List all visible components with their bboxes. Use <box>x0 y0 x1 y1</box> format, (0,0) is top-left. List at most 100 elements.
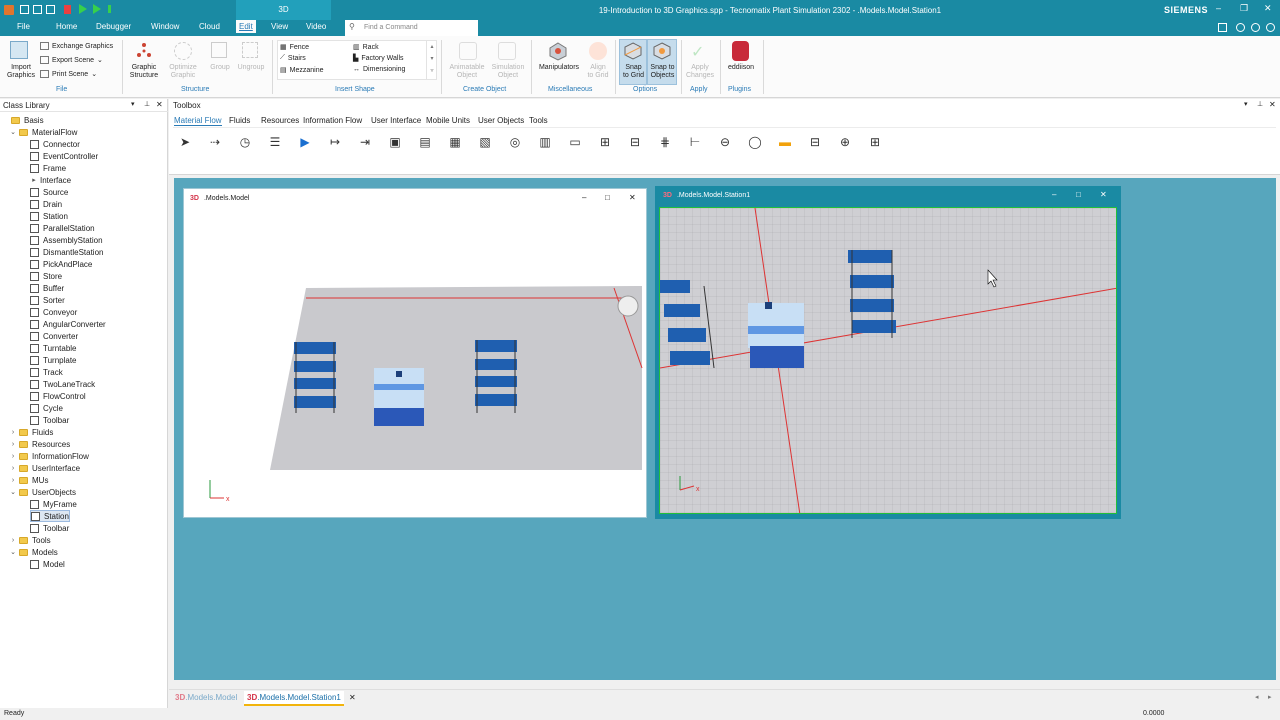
tree-item[interactable]: › Tools <box>9 534 51 546</box>
tree-item[interactable]: Station <box>30 210 68 222</box>
new-icon[interactable] <box>20 5 29 14</box>
export-icon[interactable] <box>46 5 55 14</box>
eddiison-button[interactable]: eddiison <box>722 64 760 72</box>
play-icon[interactable] <box>79 4 87 14</box>
panel-close-icon[interactable]: ✕ <box>156 100 163 109</box>
pointer-icon[interactable]: ➤ <box>174 133 196 151</box>
tree-item[interactable]: FlowControl <box>30 390 86 402</box>
station-3d-viewport[interactable]: x <box>659 207 1117 514</box>
fence-button[interactable]: ▦ Fence <box>280 43 309 52</box>
tree-item[interactable]: ParallelStation <box>30 222 95 234</box>
model-3d-viewport[interactable]: x <box>184 208 646 517</box>
export-scene-button[interactable]: Export Scene ⌄ <box>40 56 103 64</box>
pick-and-place-icon[interactable]: ◎ <box>504 133 526 151</box>
tree-item[interactable]: Track <box>30 366 63 378</box>
maximize-icon[interactable]: □ <box>605 193 610 202</box>
tree-item[interactable]: MyFrame <box>30 498 77 510</box>
manipulators-button[interactable]: Manipulators <box>534 64 584 72</box>
rack-button[interactable]: ▥ Rack <box>353 43 379 52</box>
two-lane-track-icon[interactable]: ⊟ <box>804 133 826 151</box>
tree-item[interactable]: AngularConverter <box>30 318 106 330</box>
tree-item[interactable]: › UserInterface <box>9 462 80 474</box>
dimensioning-button[interactable]: ↔ Dimensioning <box>353 66 405 73</box>
menu-window[interactable]: Window <box>151 22 179 31</box>
minimize-icon[interactable]: – <box>582 193 586 202</box>
tab-resources[interactable]: Resources <box>261 116 299 125</box>
import-graphics-button[interactable]: Import Graphics <box>4 64 38 80</box>
store-icon[interactable]: ▥ <box>534 133 556 151</box>
pin-icon[interactable]: ⊥ <box>1257 100 1263 108</box>
tree-item[interactable]: ⌄ Models <box>9 546 58 558</box>
tree-item[interactable]: › MUs <box>9 474 49 486</box>
menu-debugger[interactable]: Debugger <box>96 22 131 31</box>
station-window[interactable]: 3D .Models.Model.Station1 – □ ✕ x <box>655 186 1121 519</box>
tree-item[interactable]: AssemblyStation <box>30 234 103 246</box>
tree-item[interactable]: Drain <box>30 198 62 210</box>
menu-edit[interactable]: Edit <box>236 20 256 33</box>
flow-control-icon[interactable]: ⊕ <box>834 133 856 151</box>
tab-information-flow[interactable]: Information Flow <box>303 116 362 125</box>
optimize-graphic-button[interactable]: Optimize Graphic <box>166 64 200 80</box>
command-search[interactable]: ⚲ Find a Command <box>345 20 478 36</box>
source-icon[interactable]: ↦ <box>324 133 346 151</box>
menu-home[interactable]: Home <box>56 22 77 31</box>
interface-icon[interactable]: ▶ <box>294 133 316 151</box>
doc-tab-station[interactable]: 3D.Models.Model.Station1 <box>244 691 344 706</box>
tree-item[interactable]: Buffer <box>30 282 64 294</box>
tree-item[interactable]: Station <box>30 510 70 522</box>
tree-item[interactable]: › Fluids <box>9 426 54 438</box>
tree-item[interactable]: Turnplate <box>30 354 77 366</box>
tab-mobile-units[interactable]: Mobile Units <box>426 116 470 125</box>
tree-item[interactable]: Sorter <box>30 294 65 306</box>
factory-walls-button[interactable]: ▙ Factory Walls <box>353 54 404 63</box>
tree-item[interactable]: EventController <box>30 150 98 162</box>
step-icon[interactable] <box>108 5 116 13</box>
sorter-icon[interactable]: ⊞ <box>594 133 616 151</box>
tree-item[interactable]: ⌄ UserObjects <box>9 486 76 498</box>
scroll-left-icon[interactable]: ◂ <box>1255 693 1259 701</box>
tab-user-objects[interactable]: User Objects <box>478 116 524 125</box>
menu-video[interactable]: Video <box>306 22 326 31</box>
chevron-down-icon[interactable]: ⌄ <box>9 128 17 136</box>
tree-item[interactable]: Frame <box>30 162 66 174</box>
tab-user-interface[interactable]: User Interface <box>371 116 421 125</box>
tree-item[interactable]: › InformationFlow <box>9 450 89 462</box>
connector-icon[interactable]: ⇢ <box>204 133 226 151</box>
stop-icon[interactable] <box>64 5 71 14</box>
stairs-button[interactable]: ⟋ Stairs <box>280 54 306 62</box>
converter-icon[interactable]: ⊢ <box>684 133 706 151</box>
layout-icon[interactable] <box>1218 23 1227 32</box>
turnplate-icon[interactable]: ◯ <box>744 133 766 151</box>
mezzanine-button[interactable]: ▤ Mezzanine <box>280 66 323 75</box>
angular-converter-icon[interactable]: ⋕ <box>654 133 676 151</box>
event-controller-icon[interactable]: ◷ <box>234 133 256 151</box>
conveyor-icon[interactable]: ⊟ <box>624 133 646 151</box>
ungroup-button[interactable]: Ungroup <box>234 64 268 72</box>
chevron-down-icon[interactable]: ⌄ <box>9 488 17 496</box>
cycle-icon[interactable]: ⊞ <box>864 133 886 151</box>
minimize-icon[interactable]: – <box>1052 190 1056 199</box>
panel-dropdown-icon[interactable]: ▾ <box>1244 100 1248 108</box>
tree-item[interactable]: › Resources <box>9 438 70 450</box>
gallery-scroll[interactable]: ▴ ▾ ▿ <box>426 41 437 79</box>
turntable-icon[interactable]: ⊖ <box>714 133 736 151</box>
graphic-structure-button[interactable]: Graphic Structure <box>126 64 162 80</box>
close-icon[interactable]: ✕ <box>1264 3 1272 14</box>
menu-view[interactable]: View <box>271 22 288 31</box>
simulation-object-button[interactable]: Simulation Object <box>487 64 529 80</box>
tree-item[interactable]: DismantleStation <box>30 246 103 258</box>
restore-icon[interactable]: ❐ <box>1240 3 1248 14</box>
print-scene-button[interactable]: Print Scene ⌄ <box>40 70 97 78</box>
tree-item[interactable]: Toolbar <box>30 522 69 534</box>
chevron-right-icon[interactable]: › <box>9 441 17 448</box>
apply-changes-button[interactable]: Apply Changes <box>684 64 716 80</box>
align-to-grid-button[interactable]: Align to Grid <box>584 64 612 80</box>
tree-item[interactable]: Source <box>30 186 68 198</box>
track-icon[interactable]: ▬ <box>774 133 796 151</box>
chevron-right-icon[interactable]: › <box>9 429 17 436</box>
tree-item[interactable]: Model <box>30 558 65 570</box>
menu-file[interactable]: File <box>17 22 30 31</box>
snap-to-grid-toggle[interactable]: Snap to Grid <box>619 39 647 85</box>
minimize-icon[interactable]: – <box>1216 3 1221 13</box>
chevron-right-icon[interactable]: › <box>9 465 17 472</box>
